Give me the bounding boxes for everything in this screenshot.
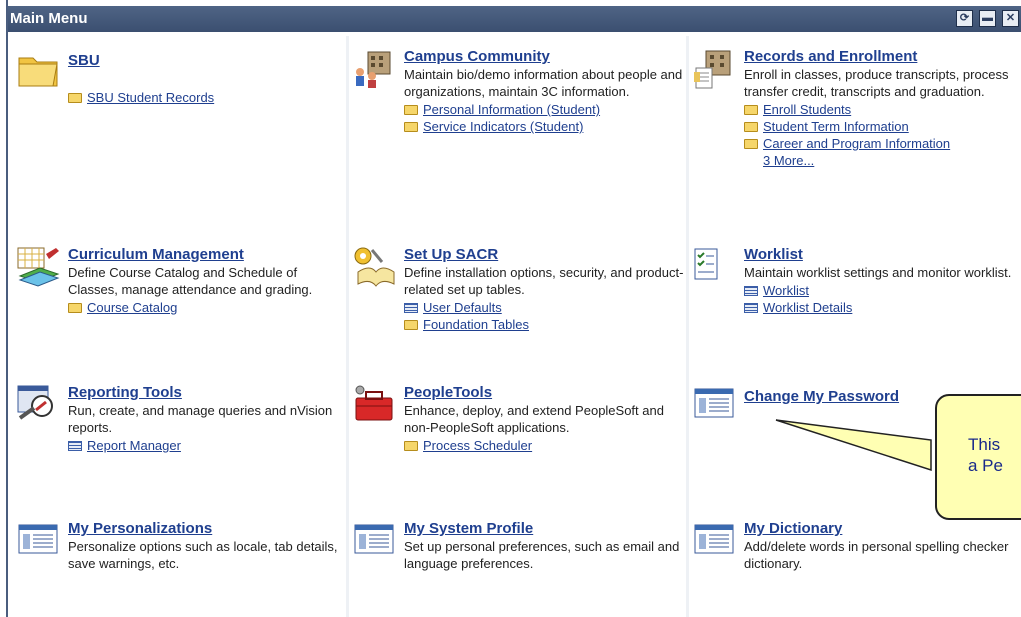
curriculum-books-icon[interactable]: [16, 246, 62, 288]
menu-tile-sublink[interactable]: Course Catalog: [68, 299, 344, 316]
menu-tile-sublink[interactable]: Personal Information (Student): [404, 101, 684, 118]
menu-tile-body: Records and Enrollment Enroll in classes,…: [744, 48, 1021, 169]
folder-small-icon: [68, 93, 82, 103]
window-list-icon[interactable]: [352, 520, 398, 562]
menu-tile-body: Worklist Maintain worklist settings and m…: [744, 246, 1021, 316]
window-title: Main Menu: [10, 10, 88, 27]
menu-tile-title-link[interactable]: Curriculum Management: [68, 246, 344, 263]
callout-tooltip: This a Pe: [935, 394, 1021, 520]
window-list-icon[interactable]: [16, 520, 62, 562]
list-small-icon: [404, 303, 418, 313]
list-small-icon: [68, 441, 82, 451]
menu-tile-links: Enroll Students Student Term Information C…: [744, 101, 1021, 169]
menu-tile-title-link[interactable]: PeopleTools: [404, 384, 684, 401]
folder-small-icon: [404, 320, 418, 330]
menu-tile-title-link[interactable]: Set Up SACR: [404, 246, 684, 263]
list-small-icon: [744, 303, 758, 313]
folder-small-icon: [68, 303, 82, 313]
menu-tile-body: Curriculum Management Define Course Catal…: [68, 246, 344, 316]
window-list-icon[interactable]: [692, 384, 738, 426]
menu-tile-grid: SBU SBU Student Records Campus Community Ma…: [8, 36, 1021, 617]
menu-tile-title-link[interactable]: Records and Enrollment: [744, 48, 1021, 65]
menu-tile-links: Course Catalog: [68, 299, 344, 316]
refresh-icon[interactable]: ⟳: [956, 10, 973, 27]
folder-small-icon: [404, 122, 418, 132]
menu-tile-links: Process Scheduler: [404, 437, 684, 454]
folder-small-icon: [404, 105, 418, 115]
menu-tile-sublink[interactable]: Career and Program Information: [744, 135, 1021, 152]
menu-tile-description: Define installation options, security, a…: [404, 265, 684, 297]
menu-tile-body: PeopleTools Enhance, deploy, and extend P…: [404, 384, 684, 454]
records-buildings-icon[interactable]: [692, 48, 738, 90]
main-menu-window: Main Menu ⟳ ▬ ✕ SBU SBU Student Records Ca…: [6, 0, 1021, 617]
window-controls: ⟳ ▬ ✕: [956, 10, 1019, 27]
folder-icon[interactable]: [16, 48, 62, 90]
menu-tile-body: My Personalizations Personalize options s…: [68, 520, 344, 572]
folder-small-icon: [744, 105, 758, 115]
menu-tile-description: Personalize options such as locale, tab …: [68, 539, 338, 571]
menu-tile-sublink[interactable]: Student Term Information: [744, 118, 1021, 135]
window-list-icon[interactable]: [692, 520, 738, 562]
menu-tile-description: Enroll in classes, produce transcripts, …: [744, 67, 1009, 99]
toolbox-icon[interactable]: [352, 384, 398, 426]
menu-tile-body: My Dictionary Add/delete words in persona…: [744, 520, 1021, 572]
minimize-icon[interactable]: ▬: [979, 10, 996, 27]
menu-tile-title-link[interactable]: Campus Community: [404, 48, 684, 65]
menu-tile-body: Reporting Tools Run, create, and manage q…: [68, 384, 344, 454]
reporting-tools-icon[interactable]: [16, 384, 62, 426]
menu-tile-links: SBU Student Records: [68, 89, 344, 106]
column-divider: [686, 36, 689, 617]
menu-tile-body: My System Profile Set up personal prefere…: [404, 520, 684, 572]
callout-line-1: This: [968, 435, 1001, 454]
close-icon[interactable]: ✕: [1002, 10, 1019, 27]
menu-tile-more-link[interactable]: 3 More...: [763, 152, 1021, 169]
menu-tile-body: Set Up SACR Define installation options, …: [404, 246, 684, 333]
menu-tile-description: Maintain bio/demo information about peop…: [404, 67, 683, 99]
folder-small-icon: [744, 122, 758, 132]
menu-tile-title-link[interactable]: My Personalizations: [68, 520, 344, 537]
menu-tile-body: Campus Community Maintain bio/demo inform…: [404, 48, 684, 135]
menu-tile-title-link[interactable]: My System Profile: [404, 520, 684, 537]
menu-tile-description: Maintain worklist settings and monitor w…: [744, 265, 1012, 280]
menu-tile-links: User Defaults Foundation Tables: [404, 299, 684, 333]
menu-tile-sublink[interactable]: Enroll Students: [744, 101, 1021, 118]
folder-small-icon: [744, 139, 758, 149]
menu-tile-body: SBU SBU Student Records: [68, 52, 344, 106]
worklist-icon[interactable]: [692, 246, 738, 288]
menu-tile-description: Run, create, and manage queries and nVis…: [68, 403, 333, 435]
main-menu-titlebar: Main Menu ⟳ ▬ ✕: [8, 6, 1021, 32]
menu-tile-links: Worklist Worklist Details: [744, 282, 1021, 316]
menu-tile-sublink[interactable]: SBU Student Records: [68, 89, 344, 106]
menu-tile-sublink[interactable]: Service Indicators (Student): [404, 118, 684, 135]
menu-tile-title-link[interactable]: Reporting Tools: [68, 384, 344, 401]
list-small-icon: [744, 286, 758, 296]
menu-tile-title-link[interactable]: SBU: [68, 52, 344, 69]
setup-book-icon[interactable]: [352, 246, 398, 288]
folder-small-icon: [404, 441, 418, 451]
people-buildings-icon[interactable]: [352, 48, 398, 90]
menu-tile-description: Define Course Catalog and Schedule of Cl…: [68, 265, 313, 297]
menu-tile-links: Personal Information (Student) Service In…: [404, 101, 684, 135]
menu-tile-description: Enhance, deploy, and extend PeopleSoft a…: [404, 403, 664, 435]
menu-tile-sublink[interactable]: Worklist Details: [744, 299, 1021, 316]
menu-tile-links: Report Manager: [68, 437, 344, 454]
menu-tile-sublink[interactable]: Process Scheduler: [404, 437, 684, 454]
column-divider: [346, 36, 349, 617]
menu-tile-description: Add/delete words in personal spelling ch…: [744, 539, 1009, 571]
menu-tile-sublink[interactable]: Worklist: [744, 282, 1021, 299]
callout-line-2: a Pe: [968, 456, 1003, 475]
menu-tile-sublink[interactable]: User Defaults: [404, 299, 684, 316]
menu-tile-title-link[interactable]: My Dictionary: [744, 520, 1021, 537]
menu-tile-description: Set up personal preferences, such as ema…: [404, 539, 680, 571]
menu-tile-title-link[interactable]: Worklist: [744, 246, 1021, 263]
menu-tile-sublink[interactable]: Foundation Tables: [404, 316, 684, 333]
menu-tile-sublink[interactable]: Report Manager: [68, 437, 344, 454]
